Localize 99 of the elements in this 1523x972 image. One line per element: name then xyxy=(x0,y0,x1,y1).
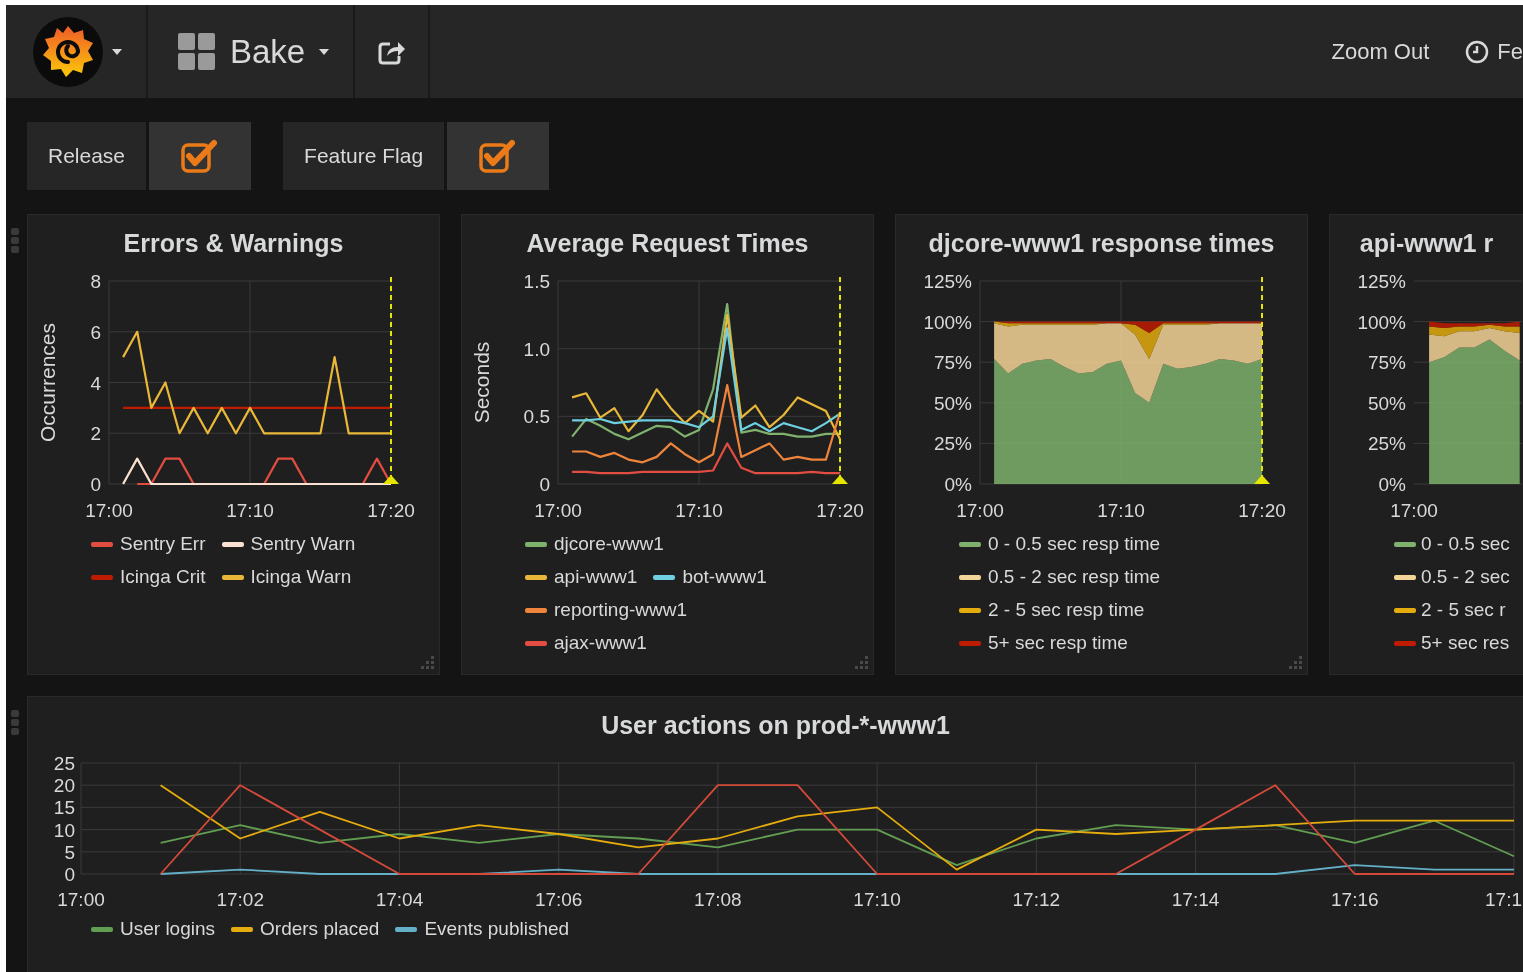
clock-icon xyxy=(1465,39,1490,64)
legend-item[interactable]: Orders placed xyxy=(231,916,380,942)
axis-tick-label: 50% xyxy=(1367,392,1406,414)
axis-tick-label: 17:06 xyxy=(534,889,583,910)
legend-item[interactable]: 0 - 0.5 sec resp time xyxy=(959,531,1161,557)
axis-tick-label: 25 xyxy=(53,753,75,774)
axis-tick-label: 1.0 xyxy=(523,338,550,360)
legend-label: Events published xyxy=(424,918,570,940)
legend-item[interactable]: djcore-www1 xyxy=(525,531,664,557)
axis-tick-label: 75% xyxy=(933,352,972,374)
variable-checkbox[interactable] xyxy=(447,122,550,190)
row-handle-icon[interactable] xyxy=(11,228,19,254)
axis-tick-label: 4 xyxy=(90,372,101,394)
axis-tick-label: 0.5 xyxy=(523,406,550,428)
variable-label: Release xyxy=(27,122,147,190)
axis-tick-label: 17:10 xyxy=(853,889,901,910)
axis-tick-label: 25% xyxy=(933,433,972,455)
axis-tick-label: 5 xyxy=(64,841,75,863)
axis-tick-label: 17:00 xyxy=(956,500,1004,521)
annotation-marker[interactable] xyxy=(383,276,399,484)
panel-title[interactable]: Average Request Times xyxy=(462,215,873,265)
caret-icon xyxy=(319,48,330,55)
axis-tick-label: 100% xyxy=(1357,311,1406,333)
legend-item[interactable]: 2 - 5 sec resp time xyxy=(959,597,1145,623)
axis-tick-label: 0 xyxy=(90,474,101,495)
axis-tick-label: 17:10 xyxy=(675,500,723,521)
axis-tick-label: 17:00 xyxy=(57,889,105,910)
legend-item[interactable]: ajax-www1 xyxy=(525,630,647,656)
axis-tick-label: 17:10 xyxy=(226,500,274,521)
legend-item[interactable]: Events published xyxy=(395,916,570,942)
axis-title: Occurrences xyxy=(36,323,59,442)
legend-item[interactable]: User logins xyxy=(91,916,216,942)
legend-item[interactable]: 0.5 - 2 sec resp time xyxy=(959,564,1161,590)
axis-tick-label: 17:08 xyxy=(694,889,742,910)
annotation-marker[interactable] xyxy=(1254,276,1270,484)
legend-item[interactable]: 5+ sec res xyxy=(1394,630,1510,656)
axis-tick-label: 50% xyxy=(933,392,972,414)
axis-title: Seconds xyxy=(470,341,493,424)
legend-label: Orders placed xyxy=(260,918,380,940)
axis-tick-label: 17:02 xyxy=(216,889,264,910)
legend-item[interactable]: 5+ sec resp time xyxy=(959,630,1128,656)
legend-item[interactable]: 0 - 0.5 sec xyxy=(1394,531,1510,557)
axis-tick-label: 125% xyxy=(923,271,972,292)
legend-item[interactable]: reporting-www1 xyxy=(525,597,688,623)
axis-tick-label: 1.5 xyxy=(523,271,550,292)
annotation-marker[interactable] xyxy=(832,276,848,484)
axis-tick-label: 17:00 xyxy=(1390,500,1438,521)
panel-title[interactable]: Errors & Warnings xyxy=(28,215,439,265)
checked-checkbox-icon xyxy=(479,139,518,173)
axis-tick-label: 100% xyxy=(923,311,972,333)
time-picker-button[interactable]: Fe xyxy=(1443,5,1523,98)
zoom-out-button[interactable]: Zoom Out xyxy=(1317,5,1444,98)
axis-tick-label: 17:14 xyxy=(1171,889,1220,910)
axis-tick-label: 6 xyxy=(90,321,101,343)
axis-tick-label: 17:10 xyxy=(1097,500,1145,521)
axis-tick-label: 15 xyxy=(53,797,75,819)
panel-title[interactable]: djcore-www1 response times xyxy=(896,215,1307,265)
axis-tick-label: 17:04 xyxy=(375,889,424,910)
resize-handle-icon[interactable] xyxy=(421,656,435,670)
variable-checkbox[interactable] xyxy=(149,122,252,190)
axis-tick-label: 17:00 xyxy=(534,500,582,521)
axis-tick-label: 0 xyxy=(64,864,75,885)
axis-tick-label: 17:20 xyxy=(816,500,864,521)
legend-item[interactable]: 0.5 - 2 sec xyxy=(1394,564,1510,590)
caret-icon xyxy=(112,48,122,55)
axis-tick-label: 0 xyxy=(539,474,550,495)
axis-tick-label: 8 xyxy=(90,271,101,292)
axis-tick-label: 20 xyxy=(53,775,75,797)
axis-tick-label: 2 xyxy=(90,423,101,445)
axis-tick-label: 25% xyxy=(1367,433,1406,455)
axis-tick-label: 125% xyxy=(1357,271,1406,292)
axis-tick-label: 17:00 xyxy=(85,500,133,521)
legend-item[interactable]: bot-www1 xyxy=(653,564,767,590)
axis-tick-label: 17:20 xyxy=(1238,500,1286,521)
legend-item[interactable]: Sentry Err xyxy=(91,531,206,557)
checked-checkbox-icon xyxy=(181,139,220,173)
variable-label: Feature Flag xyxy=(283,122,445,190)
dashboard-title-button[interactable]: Bake xyxy=(148,5,355,98)
axis-tick-label: 0% xyxy=(944,474,972,495)
axis-tick-label: 75% xyxy=(1367,352,1406,374)
legend-item[interactable]: Icinga Crit xyxy=(91,564,206,590)
resize-handle-icon[interactable] xyxy=(1289,656,1303,670)
axis-tick-label: 0% xyxy=(1378,474,1406,495)
panel-title[interactable]: api-www1 r xyxy=(1330,215,1523,265)
axis-tick-label: 10 xyxy=(53,819,75,841)
axis-tick-label: 17:12 xyxy=(1012,889,1061,910)
legend-item[interactable]: 2 - 5 sec r xyxy=(1394,597,1506,623)
legend-label: User logins xyxy=(120,918,216,940)
logo-icon xyxy=(32,15,104,88)
legend-item[interactable]: Sentry Warn xyxy=(221,531,356,557)
axis-tick-label: 17:1 xyxy=(1485,889,1522,910)
legend-item[interactable]: api-www1 xyxy=(525,564,638,590)
row-handle-icon[interactable] xyxy=(11,710,19,736)
legend-item[interactable]: Icinga Warn xyxy=(221,564,352,590)
axis-tick-label: 17:16 xyxy=(1331,889,1379,910)
grid-icon xyxy=(178,32,216,71)
resize-handle-icon[interactable] xyxy=(855,656,869,670)
panel-title[interactable]: User actions on prod-*-www1 xyxy=(28,697,1523,747)
axis-tick-label: 17:20 xyxy=(367,500,415,521)
